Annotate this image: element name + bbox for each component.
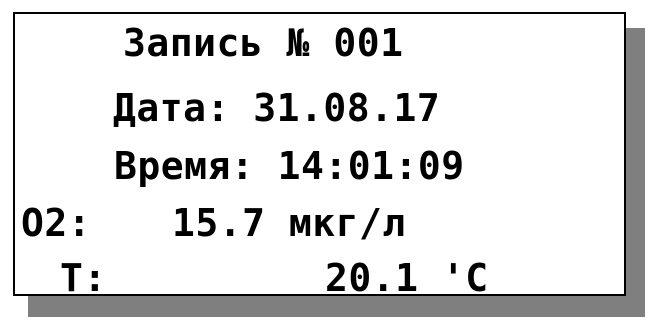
o2-label: O2: xyxy=(21,201,92,245)
temperature-label: T: xyxy=(60,256,107,300)
date-readout: Дата: 31.08.17 xyxy=(113,86,441,130)
temperature-value: 20.1 'C xyxy=(325,256,489,300)
o2-value: 15.7 мкг/л xyxy=(172,201,406,245)
display-screen: Запись № 001 Дата: 31.08.17 Время: 14:01… xyxy=(13,12,626,300)
time-readout: Время: 14:01:09 xyxy=(114,144,465,188)
record-title: Запись № 001 xyxy=(123,21,404,65)
